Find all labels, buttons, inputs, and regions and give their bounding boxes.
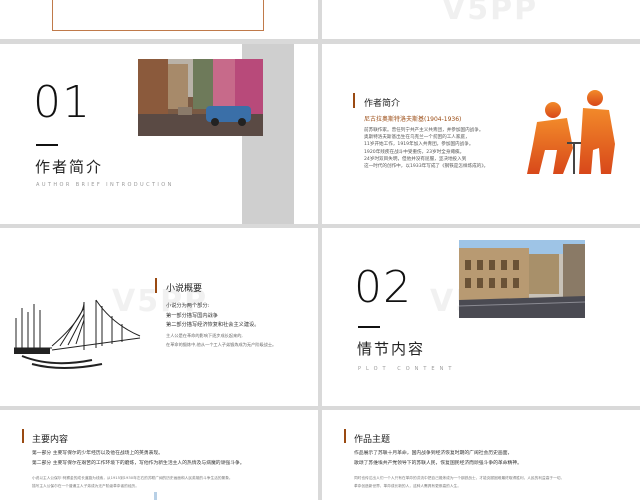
theme-heading: 作品主题: [354, 435, 391, 445]
summary-line: 第二部分描写经济恢复和社会主义建设。: [166, 322, 260, 328]
watermark: V5PP: [442, 0, 539, 27]
decor-frame: [52, 0, 264, 31]
section-title: 情节内容: [357, 340, 426, 358]
section-subtitle: PLOT CONTENT: [358, 366, 457, 372]
author-line: 前苏联作家。曾任列宁共产主义共青团，并参加国内战争。: [364, 128, 484, 133]
slide-thumbnail-main-content[interactable]: 主要内容 第一部分 主要写保尔的少年经历以及他在战场上的英勇表现。 第二部分 主…: [0, 410, 318, 500]
divider-line: [358, 326, 380, 328]
slide-thumbnail-theme[interactable]: 作品主题 作品展示了苏联十月革命，国内战争到经济恢复时期的广阔社会历史画面， 歌…: [322, 410, 640, 500]
blue-decor-line: [154, 492, 157, 500]
theme-line: 歌颂了苏维埃共产党领导下的苏联人民，恢复国民经济而顽强斗争的革命精神。: [354, 461, 522, 466]
section-subtitle: AUTHOR BRIEF INTRODUCTION: [36, 182, 174, 188]
author-line: 24岁时双目失明，但他并没有屈服，坚决地投入到: [364, 156, 467, 162]
summary-text: 小说分为两个部分: 第一部分描写国内战争 第二部分描写经济恢复和社会主义建设。 …: [166, 302, 316, 350]
author-text: 前苏联作家。曾任列宁共产主义共青团，并参加国内战争。 奥斯特洛夫斯基出生在乌克兰…: [364, 127, 524, 170]
workers-silhouette-illustration: [527, 90, 615, 174]
slide-thumbnail-top-right[interactable]: V5PP: [322, 0, 640, 39]
theme-text: 作品展示了苏联十月革命，国内战争到经济恢复时期的广阔社会历史画面， 歌颂了苏维埃…: [354, 449, 640, 469]
main-line: 第一部分 主要写保尔的少年经历以及他在战场上的英勇表现。: [32, 451, 164, 456]
summary-heading: 小说概要: [166, 284, 203, 294]
accent-bar: [22, 429, 24, 443]
theme-small-line: 革命创造新世界，革命成长新的人，这种人需具有更崇高的人生。: [354, 484, 461, 488]
author-line: 11岁开始工作，1919年加入共青团，参加国内战争。: [364, 142, 474, 148]
section-number: 01: [33, 77, 91, 128]
summary-line: 小说分为两个部分:: [166, 303, 210, 309]
slide-thumbnail-author-title[interactable]: 01 作者简介 AUTHOR BRIEF INTRODUCTION: [0, 44, 318, 224]
summary-line: 在革命的锻炼中,他从一个工人子弟锻炼成为无产阶级战士。: [166, 342, 277, 347]
author-line: 奥斯特洛夫斯基出生在乌克兰一个贫困的工人家庭，: [364, 135, 470, 141]
accent-bar: [353, 93, 355, 108]
summary-line: 主人公是在革命的影响下逐步成长起来的,: [166, 332, 243, 338]
slide-thumbnail-top-left[interactable]: [0, 0, 318, 39]
main-line: 第二部分 主要写保尔在艰苦的工作环境下的磨炼，写他作为新生活主人的热情及与病魔的…: [32, 461, 245, 466]
street-photo: [459, 240, 585, 318]
author-line: 1920年残疾在战斗中受重伤，23岁时全身瘫痪。: [364, 149, 465, 155]
street-photo: [138, 59, 263, 136]
theme-small-line: 同时也传达出人们一个人只有在革命的洪流中把自己锻炼成为一个钢铁战士，才能克服困难…: [354, 476, 565, 480]
main-text: 第一部分 主要写保尔的少年经历以及他在战场上的英勇表现。 第二部分 主要写保尔在…: [32, 449, 318, 469]
slide-thumbnail-summary[interactable]: V5PP 小说概要 小说分为两个部分: 第一部分描写国内战争 第二部分描写经济恢…: [0, 228, 318, 406]
theme-small-text: 同时也传达出人们一个人只有在革命的洪流中把自己锻炼成为一个钢铁战士，才能克服困难…: [354, 474, 640, 490]
summary-line: 第一部分描写国内战争: [166, 312, 218, 319]
bridge-sketch-illustration: [14, 299, 141, 369]
slide-thumbnail-plot-title[interactable]: V5PP 02 情节内容 PLOT CONTENT: [322, 228, 640, 406]
section-title: 作者简介: [35, 158, 104, 176]
section-number: 02: [354, 262, 412, 313]
slide-thumbnail-author-body[interactable]: 作者简介 尼古拉奥斯特洛夫斯基(1904-1936) 前苏联作家。曾任列宁共产主…: [322, 44, 640, 224]
main-small-line: 小说以主人公保尔·柯察金的成长道路为线索，从1915到1930年左右的苏联广阔的…: [32, 476, 233, 480]
author-name: 尼古拉奥斯特洛夫斯基(1904-1936): [364, 116, 462, 123]
theme-line: 作品展示了苏联十月革命，国内战争到经济恢复时期的广阔社会历史画面，: [354, 451, 513, 456]
accent-bar: [155, 278, 157, 293]
body-heading: 作者简介: [364, 99, 401, 109]
main-small-text: 小说以主人公保尔·柯察金的成长道路为线索，从1915到1930年左右的苏联广阔的…: [32, 474, 318, 490]
main-small-line: 描写主人公保尔在一个普通主人子弟成为无产阶级革命者的经历。: [32, 484, 139, 488]
divider-line: [36, 144, 58, 146]
accent-bar: [344, 429, 346, 443]
author-line: 这一时代的创作中，以1933年写成了《钢铁是怎样炼成的》。: [364, 164, 489, 170]
main-heading: 主要内容: [32, 435, 69, 445]
